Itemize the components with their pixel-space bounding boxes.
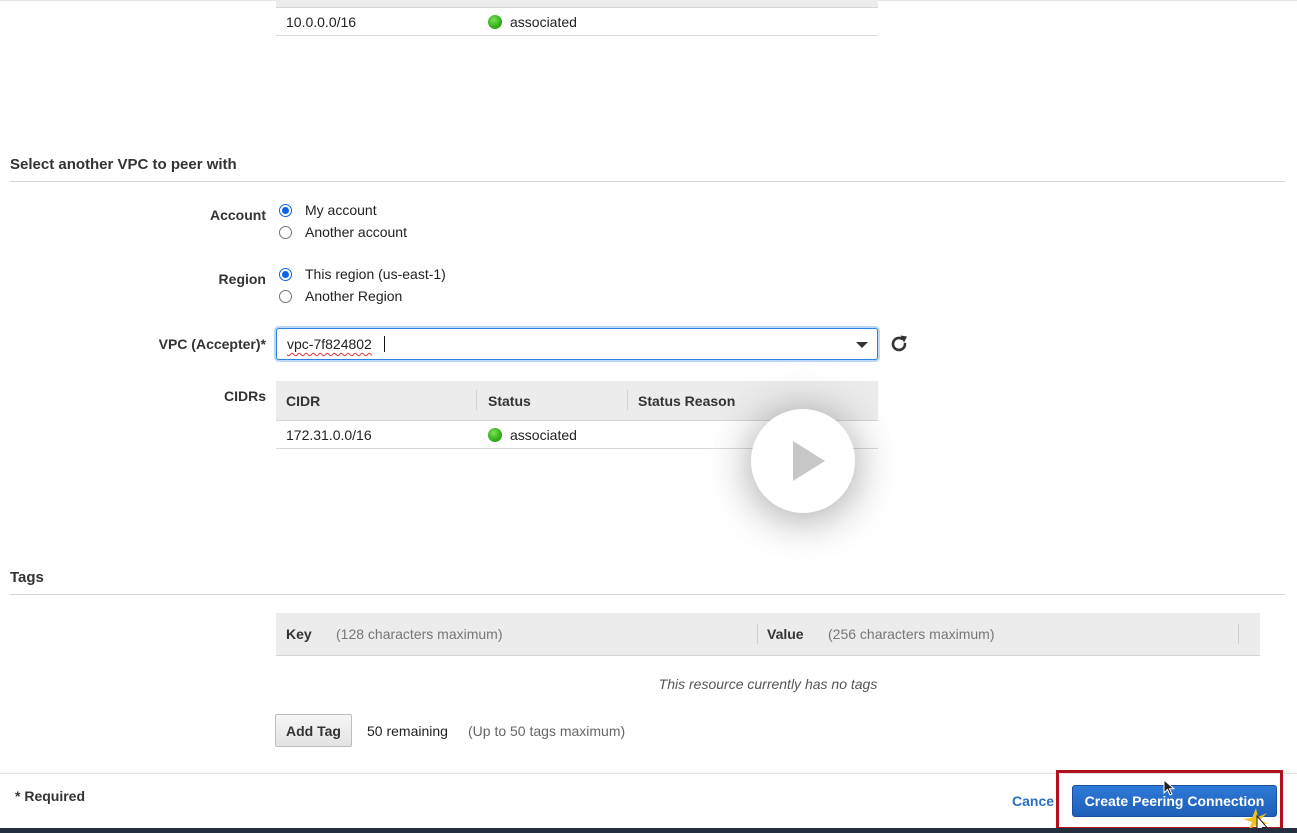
chevron-down-icon[interactable]: [856, 342, 868, 348]
column-divider: [476, 390, 477, 410]
radio-unchecked-icon[interactable]: [279, 289, 292, 303]
peer-section-title: Select another VPC to peer with: [10, 156, 237, 173]
status-ok-icon: [488, 15, 502, 29]
cidrs-label: CIDRs: [223, 388, 266, 404]
tags-table: Key (128 characters maximum) Value (256 …: [276, 613, 1260, 656]
required-note: * Required: [15, 788, 86, 804]
requester-cidr-table-header: [276, 0, 878, 8]
table-header: Key (128 characters maximum) Value (256 …: [276, 613, 1260, 656]
radio-another-account[interactable]: Another account: [279, 223, 407, 241]
status-cell: associated: [510, 14, 577, 30]
section-divider: [10, 594, 1285, 595]
cidr-cell: 172.31.0.0/16: [286, 427, 372, 443]
column-divider: [757, 624, 758, 644]
refresh-icon[interactable]: [888, 333, 910, 355]
key-hint: (128 characters maximum): [336, 626, 503, 642]
column-header-value: Value: [767, 626, 804, 642]
value-hint: (256 characters maximum): [828, 626, 995, 642]
radio-label: My account: [305, 202, 377, 218]
tags-remaining: 50 remaining: [367, 723, 448, 739]
tags-max-note: (Up to 50 tags maximum): [468, 723, 626, 739]
play-icon: [793, 441, 825, 481]
radio-unchecked-icon[interactable]: [279, 225, 292, 239]
vpc-accepter-value[interactable]: vpc-7f824802: [287, 336, 372, 352]
bottom-bar: [0, 828, 1297, 833]
radio-label: Another account: [305, 224, 407, 240]
radio-another-region[interactable]: Another Region: [279, 287, 402, 305]
radio-my-account[interactable]: My account: [279, 201, 377, 219]
vpc-accepter-select[interactable]: vpc-7f824802: [276, 328, 878, 360]
column-divider: [1238, 624, 1239, 644]
table-row: 10.0.0.0/16 associated: [276, 8, 878, 36]
region-label: Region: [218, 271, 266, 287]
column-header-key: Key: [286, 626, 312, 642]
status-cell: associated: [510, 427, 577, 443]
status-ok-icon: [488, 428, 502, 442]
radio-checked-icon[interactable]: [279, 267, 292, 281]
account-label: Account: [210, 207, 266, 223]
text-caret: [384, 336, 385, 352]
peering-connection-form: 10.0.0.0/16 associated Select another VP…: [0, 0, 1297, 833]
radio-checked-icon[interactable]: [279, 203, 292, 217]
radio-label: This region (us-east-1): [305, 266, 446, 282]
add-tag-button[interactable]: Add Tag: [275, 714, 352, 747]
column-header-status-reason: Status Reason: [638, 393, 736, 409]
cancel-link[interactable]: Cancel: [1012, 793, 1054, 809]
video-play-button[interactable]: [751, 409, 855, 513]
section-divider: [10, 181, 1285, 182]
mouse-pointer-icon: [1163, 779, 1175, 796]
requester-cidr-table: 10.0.0.0/16 associated: [276, 0, 878, 36]
tags-section-title: Tags: [10, 569, 44, 586]
radio-this-region[interactable]: This region (us-east-1): [279, 265, 446, 283]
column-divider: [627, 390, 628, 410]
empty-tags-message: This resource currently has no tags: [658, 676, 878, 692]
vpc-accepter-label: VPC (Accepter)*: [158, 336, 266, 352]
radio-label: Another Region: [305, 288, 403, 304]
cidr-cell: 10.0.0.0/16: [286, 14, 357, 30]
column-header-status: Status: [488, 393, 531, 409]
column-header-cidr: CIDR: [286, 393, 321, 409]
